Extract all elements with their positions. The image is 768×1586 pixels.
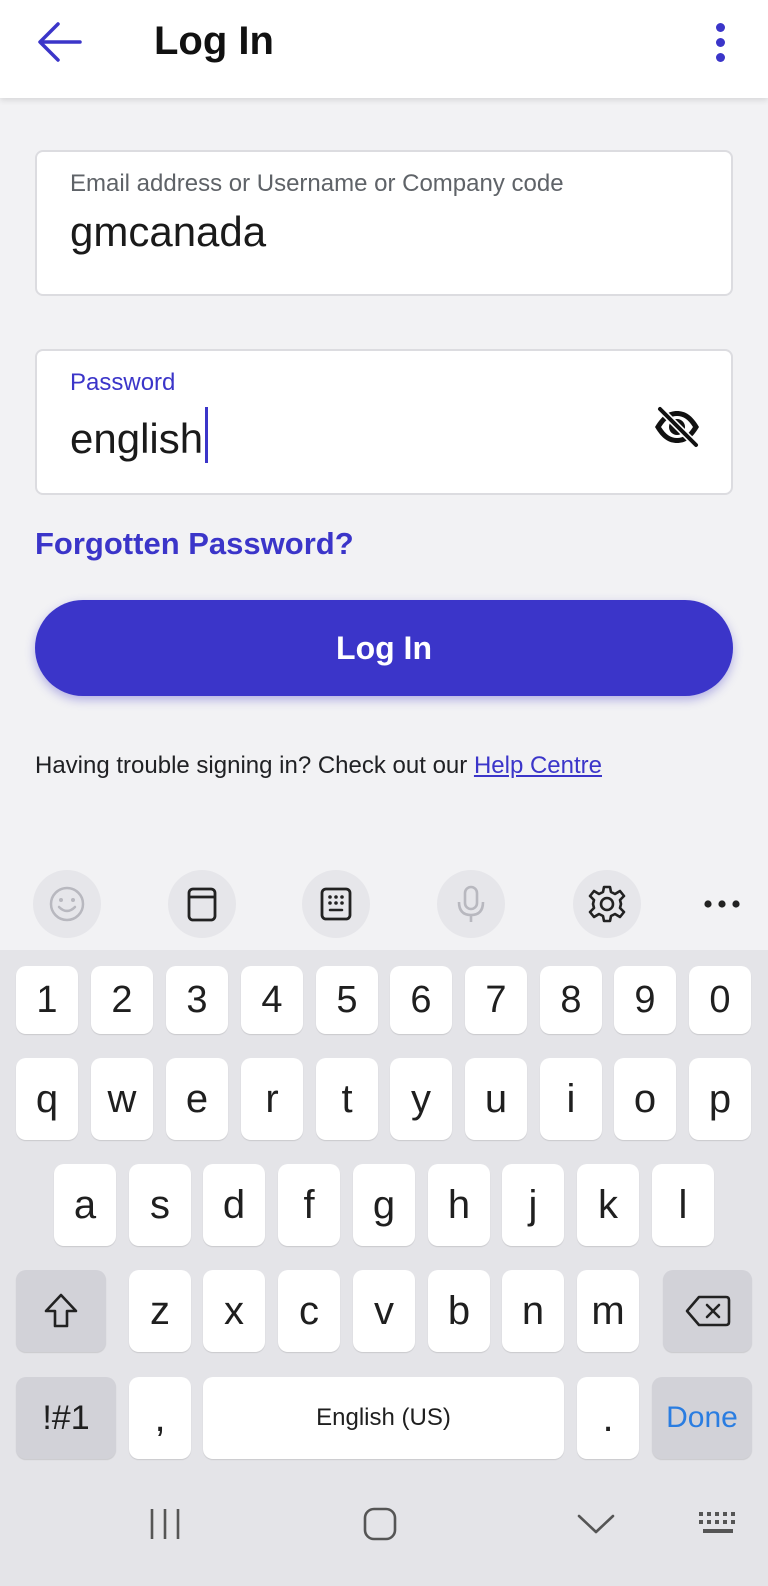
key-6[interactable]: 6: [390, 966, 452, 1034]
key-9[interactable]: 9: [614, 966, 676, 1034]
keypad-button[interactable]: [302, 870, 370, 938]
help-text-prefix: Having trouble signing in? Check out our: [35, 752, 474, 779]
key-m[interactable]: m: [577, 1270, 639, 1352]
password-field[interactable]: Password english: [35, 349, 733, 495]
key-v[interactable]: v: [353, 1270, 415, 1352]
back-button[interactable]: [28, 14, 92, 70]
key-i[interactable]: i: [540, 1058, 602, 1140]
key-u[interactable]: u: [465, 1058, 527, 1140]
key-p[interactable]: p: [689, 1058, 751, 1140]
password-field-value-wrap[interactable]: english: [70, 407, 209, 463]
clipboard-icon: [187, 887, 217, 922]
key-r[interactable]: r: [241, 1058, 303, 1140]
key-5[interactable]: 5: [316, 966, 378, 1034]
more-options-button[interactable]: [700, 16, 740, 68]
key-t[interactable]: t: [316, 1058, 378, 1140]
app-bar: Log In: [0, 0, 768, 98]
more-vertical-icon: [715, 22, 725, 32]
key-k[interactable]: k: [577, 1164, 639, 1246]
backspace-icon: [685, 1295, 730, 1327]
key-n[interactable]: n: [502, 1270, 564, 1352]
on-screen-keyboard: 1 2 3 4 5 6 7 8 9 0 q w e r t y u i o p …: [0, 950, 768, 1470]
key-x[interactable]: x: [203, 1270, 265, 1352]
space-key[interactable]: English (US): [203, 1377, 564, 1459]
more-horizontal-icon: [704, 900, 740, 908]
recent-apps-icon: [150, 1509, 180, 1539]
toggle-password-visibility-button[interactable]: [649, 403, 705, 451]
period-key[interactable]: .: [577, 1377, 639, 1459]
emoji-button[interactable]: [33, 870, 101, 938]
forgot-password-link[interactable]: Forgotten Password?: [35, 526, 354, 562]
keyboard-switch-button[interactable]: [678, 1496, 758, 1552]
home-icon: [363, 1507, 397, 1541]
key-o[interactable]: o: [614, 1058, 676, 1140]
clipboard-button[interactable]: [168, 870, 236, 938]
shift-key[interactable]: [16, 1270, 106, 1352]
shift-icon: [44, 1293, 78, 1328]
comma-key[interactable]: ,: [129, 1377, 191, 1459]
keyboard-settings-button[interactable]: [573, 870, 641, 938]
help-text: Having trouble signing in? Check out our…: [35, 752, 602, 780]
backspace-key[interactable]: [663, 1270, 752, 1352]
key-s[interactable]: s: [129, 1164, 191, 1246]
key-e[interactable]: e: [166, 1058, 228, 1140]
symbols-key[interactable]: !#1: [16, 1377, 116, 1459]
key-w[interactable]: w: [91, 1058, 153, 1140]
key-4[interactable]: 4: [241, 966, 303, 1034]
login-button[interactable]: Log In: [35, 600, 733, 696]
emoji-icon: [49, 886, 85, 922]
password-field-label: Password: [70, 369, 176, 396]
arrow-left-icon: [38, 22, 82, 62]
key-f[interactable]: f: [278, 1164, 340, 1246]
email-field-label: Email address or Username or Company cod…: [70, 170, 564, 197]
key-y[interactable]: y: [390, 1058, 452, 1140]
eye-off-icon: [655, 405, 700, 449]
settings-icon: [588, 885, 626, 923]
key-d[interactable]: d: [203, 1164, 265, 1246]
keyboard-switch-icon: [699, 1512, 735, 1533]
page-title: Log In: [154, 19, 274, 63]
key-8[interactable]: 8: [540, 966, 602, 1034]
key-q[interactable]: q: [16, 1058, 78, 1140]
email-field-value[interactable]: gmcanada: [70, 208, 266, 256]
text-caret: [205, 407, 209, 463]
key-2[interactable]: 2: [91, 966, 153, 1034]
recent-apps-button[interactable]: [125, 1496, 205, 1552]
key-b[interactable]: b: [428, 1270, 490, 1352]
password-field-value[interactable]: english: [70, 415, 203, 462]
toolbar-more-button[interactable]: [688, 870, 756, 938]
done-key[interactable]: Done: [652, 1377, 752, 1459]
key-h[interactable]: h: [428, 1164, 490, 1246]
key-z[interactable]: z: [129, 1270, 191, 1352]
key-0[interactable]: 0: [689, 966, 751, 1034]
home-button[interactable]: [340, 1496, 420, 1552]
key-g[interactable]: g: [353, 1164, 415, 1246]
hide-keyboard-button[interactable]: [556, 1496, 636, 1552]
keyboard-toolbar: [0, 850, 768, 950]
key-c[interactable]: c: [278, 1270, 340, 1352]
email-field[interactable]: Email address or Username or Company cod…: [35, 150, 733, 296]
microphone-icon: [457, 885, 485, 922]
help-centre-link[interactable]: Help Centre: [474, 752, 602, 779]
hide-keyboard-icon: [577, 1514, 615, 1534]
keypad-icon: [320, 887, 352, 921]
system-nav-bar: [0, 1470, 768, 1586]
key-j[interactable]: j: [502, 1164, 564, 1246]
key-3[interactable]: 3: [166, 966, 228, 1034]
voice-input-button[interactable]: [437, 870, 505, 938]
key-1[interactable]: 1: [16, 966, 78, 1034]
key-7[interactable]: 7: [465, 966, 527, 1034]
key-a[interactable]: a: [54, 1164, 116, 1246]
key-l[interactable]: l: [652, 1164, 714, 1246]
